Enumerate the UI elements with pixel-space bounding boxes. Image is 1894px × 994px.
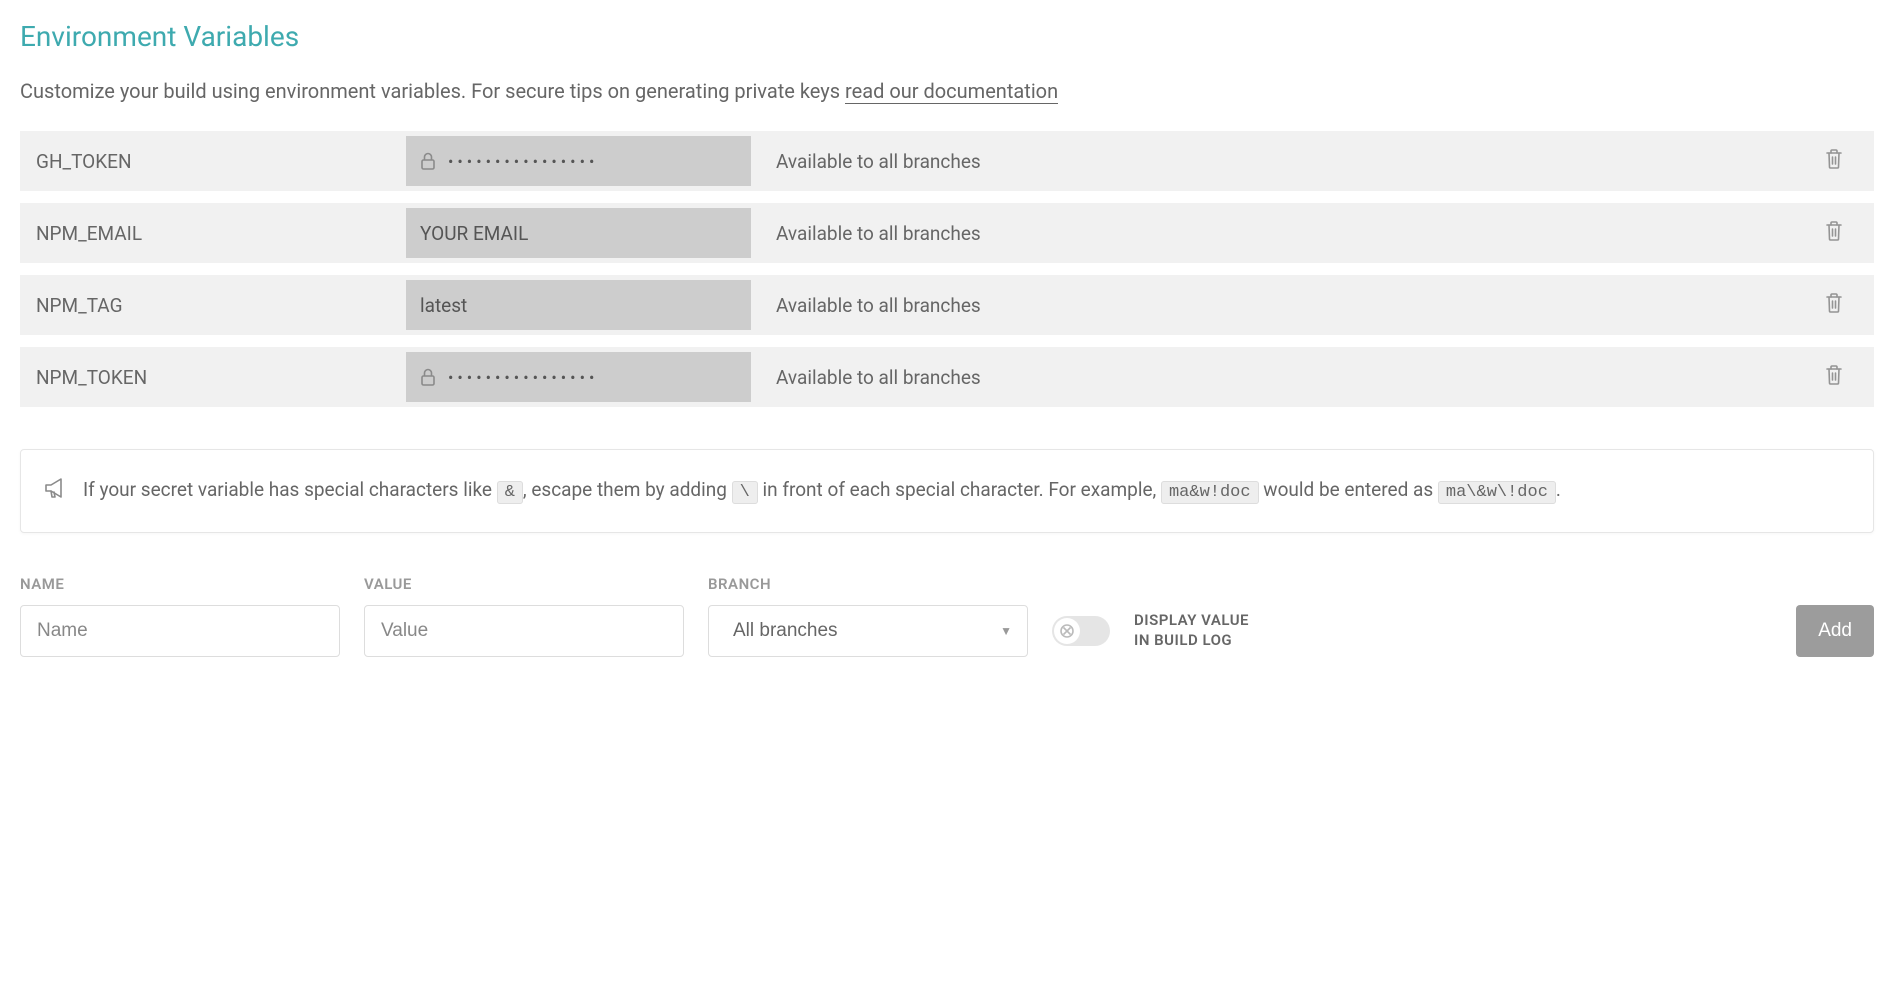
env-var-row: NPM_TAG latest Available to all branches — [20, 275, 1874, 335]
env-var-value: latest — [420, 294, 467, 317]
trash-icon — [1824, 220, 1844, 246]
trash-icon — [1824, 364, 1844, 390]
env-var-availability: Available to all branches — [776, 366, 1794, 389]
name-input[interactable] — [20, 605, 340, 657]
section-description: Customize your build using environment v… — [20, 79, 1874, 103]
env-var-name: NPM_EMAIL — [36, 222, 406, 245]
section-title: Environment Variables — [20, 20, 1874, 53]
trash-icon — [1824, 148, 1844, 174]
description-text: Customize your build using environment v… — [20, 79, 845, 103]
env-var-name: GH_TOKEN — [36, 150, 406, 173]
branch-label: BRANCH — [708, 575, 1028, 593]
delete-button[interactable] — [1794, 220, 1874, 246]
env-var-value: YOUR EMAIL — [420, 222, 528, 245]
env-var-value-box: •••••••••••••••• — [406, 352, 751, 402]
delete-button[interactable] — [1794, 292, 1874, 318]
megaphone-icon — [43, 477, 67, 503]
toggle-knob — [1054, 618, 1080, 644]
docs-link[interactable]: read our documentation — [845, 79, 1058, 104]
delete-button[interactable] — [1794, 364, 1874, 390]
value-label: VALUE — [364, 575, 684, 593]
env-var-availability: Available to all branches — [776, 222, 1794, 245]
env-var-value: •••••••••••••••• — [448, 368, 598, 387]
env-var-value: •••••••••••••••• — [448, 152, 598, 171]
add-env-var-form: NAME VALUE BRANCH All branches ▼ DISPLAY — [20, 575, 1874, 657]
delete-button[interactable] — [1794, 148, 1874, 174]
tip-box: If your secret variable has special char… — [20, 449, 1874, 533]
env-var-name: NPM_TAG — [36, 294, 406, 317]
env-var-availability: Available to all branches — [776, 150, 1794, 173]
name-label: NAME — [20, 575, 340, 593]
add-button[interactable]: Add — [1796, 605, 1874, 657]
display-value-toggle-label: DISPLAY VALUE IN BUILD LOG — [1134, 611, 1249, 650]
env-var-list: GH_TOKEN •••••••••••••••• Available to all… — [20, 131, 1874, 407]
code-example-escaped: ma\&w\!doc — [1438, 481, 1556, 504]
env-var-row: NPM_EMAIL YOUR EMAIL Available to all bran… — [20, 203, 1874, 263]
env-var-row: GH_TOKEN •••••••••••••••• Available to all… — [20, 131, 1874, 191]
tip-text: If your secret variable has special char… — [83, 474, 1561, 508]
trash-icon — [1824, 292, 1844, 318]
lock-icon — [420, 151, 436, 171]
env-var-name: NPM_TOKEN — [36, 366, 406, 389]
code-backslash: \ — [732, 481, 758, 504]
code-ampersand: & — [497, 481, 523, 504]
display-value-toggle[interactable] — [1052, 616, 1110, 646]
env-var-value-box: •••••••••••••••• — [406, 136, 751, 186]
env-var-availability: Available to all branches — [776, 294, 1794, 317]
lock-icon — [420, 367, 436, 387]
env-var-value-box: latest — [406, 280, 751, 330]
branch-select[interactable]: All branches — [708, 605, 1028, 657]
env-var-row: NPM_TOKEN •••••••••••••••• Available to al… — [20, 347, 1874, 407]
env-var-value-box: YOUR EMAIL — [406, 208, 751, 258]
value-input[interactable] — [364, 605, 684, 657]
code-example-raw: ma&w!doc — [1161, 481, 1259, 504]
